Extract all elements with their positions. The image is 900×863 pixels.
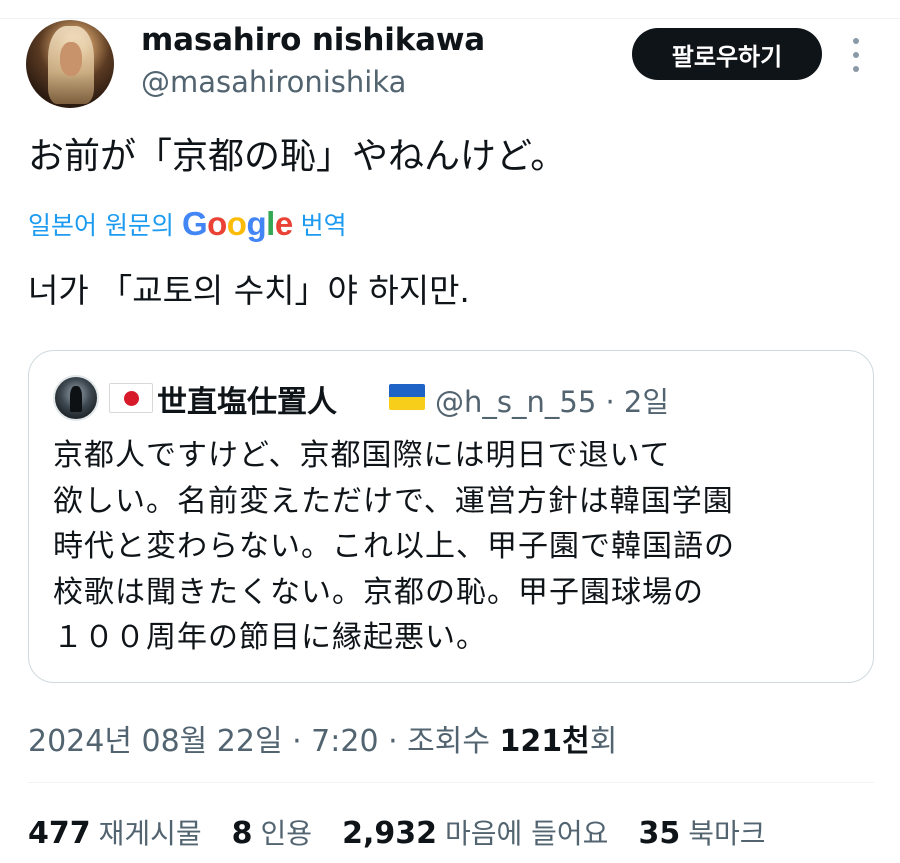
follow-button[interactable]: 팔로우하기 bbox=[632, 28, 822, 80]
engagement-stats: 477 재게시물 8 인용 2,932 마음에 들어요 35 북마크 bbox=[28, 812, 795, 852]
quote-line: １００周年の節目に縁起悪い。 bbox=[53, 620, 487, 655]
quote-body: 京都人ですけど、京都国際には明日で退いて 欲しい。名前変えただけで、運営方針は韓… bbox=[53, 433, 853, 661]
tweet-detail: masahiro nishikawa @masahironishika 팔로우하… bbox=[0, 0, 900, 863]
views-suffix: 회 bbox=[589, 724, 618, 759]
translated-text: 너가 「교토의 수치」야 하지만. bbox=[28, 271, 470, 310]
timestamp-date[interactable]: 2024년 08월 22일 · 7:20 · 조회수 bbox=[28, 724, 500, 759]
stat-quotes[interactable]: 8 인용 bbox=[232, 812, 312, 852]
quoted-tweet-card[interactable]: 世直塩仕置人 @h_s_n_55 · 2일 京都人ですけど、京都国際には明日で退… bbox=[28, 350, 874, 683]
quote-line: 京都人ですけど、京都国際には明日で退いて bbox=[53, 438, 671, 473]
quote-line: 時代と変わらない。これ以上、甲子園で韓国語の bbox=[53, 529, 735, 564]
translate-suffix: 번역 bbox=[300, 211, 347, 240]
quote-meta: @h_s_n_55 · 2일 bbox=[435, 385, 670, 419]
author-handle[interactable]: @masahironishika bbox=[141, 65, 406, 99]
author-avatar[interactable] bbox=[26, 20, 114, 108]
translate-link[interactable]: 일본어 원문의 Google 번역 bbox=[28, 202, 347, 246]
ukraine-flag-icon bbox=[389, 384, 425, 410]
quote-author-avatar bbox=[53, 375, 99, 421]
author-display-name[interactable]: masahiro nishikawa bbox=[141, 22, 485, 58]
google-logo: Google bbox=[181, 205, 293, 242]
quote-line: 欲しい。名前変えただけで、運営方針は韓国学園 bbox=[53, 483, 734, 519]
tweet-text: お前が「京都の恥」やねんけど。 bbox=[28, 136, 567, 177]
stat-bookmarks[interactable]: 35 북마크 bbox=[638, 812, 765, 852]
stat-likes[interactable]: 2,932 마음에 들어요 bbox=[342, 812, 608, 852]
quote-author-name: 世直塩仕置人 bbox=[157, 385, 337, 420]
quote-line: 校歌は聞きたくない。京都の恥。甲子園球場の bbox=[53, 574, 704, 610]
stat-reposts[interactable]: 477 재게시물 bbox=[28, 812, 202, 852]
timestamp-line: 2024년 08월 22일 · 7:20 · 조회수 121천회 bbox=[28, 716, 617, 760]
translate-prefix: 일본어 원문의 bbox=[28, 211, 174, 240]
views-count: 121천 bbox=[499, 724, 590, 759]
more-vertical-icon[interactable] bbox=[846, 38, 866, 72]
japan-flag-icon bbox=[109, 383, 153, 413]
divider bbox=[28, 782, 874, 783]
top-divider bbox=[0, 18, 900, 19]
